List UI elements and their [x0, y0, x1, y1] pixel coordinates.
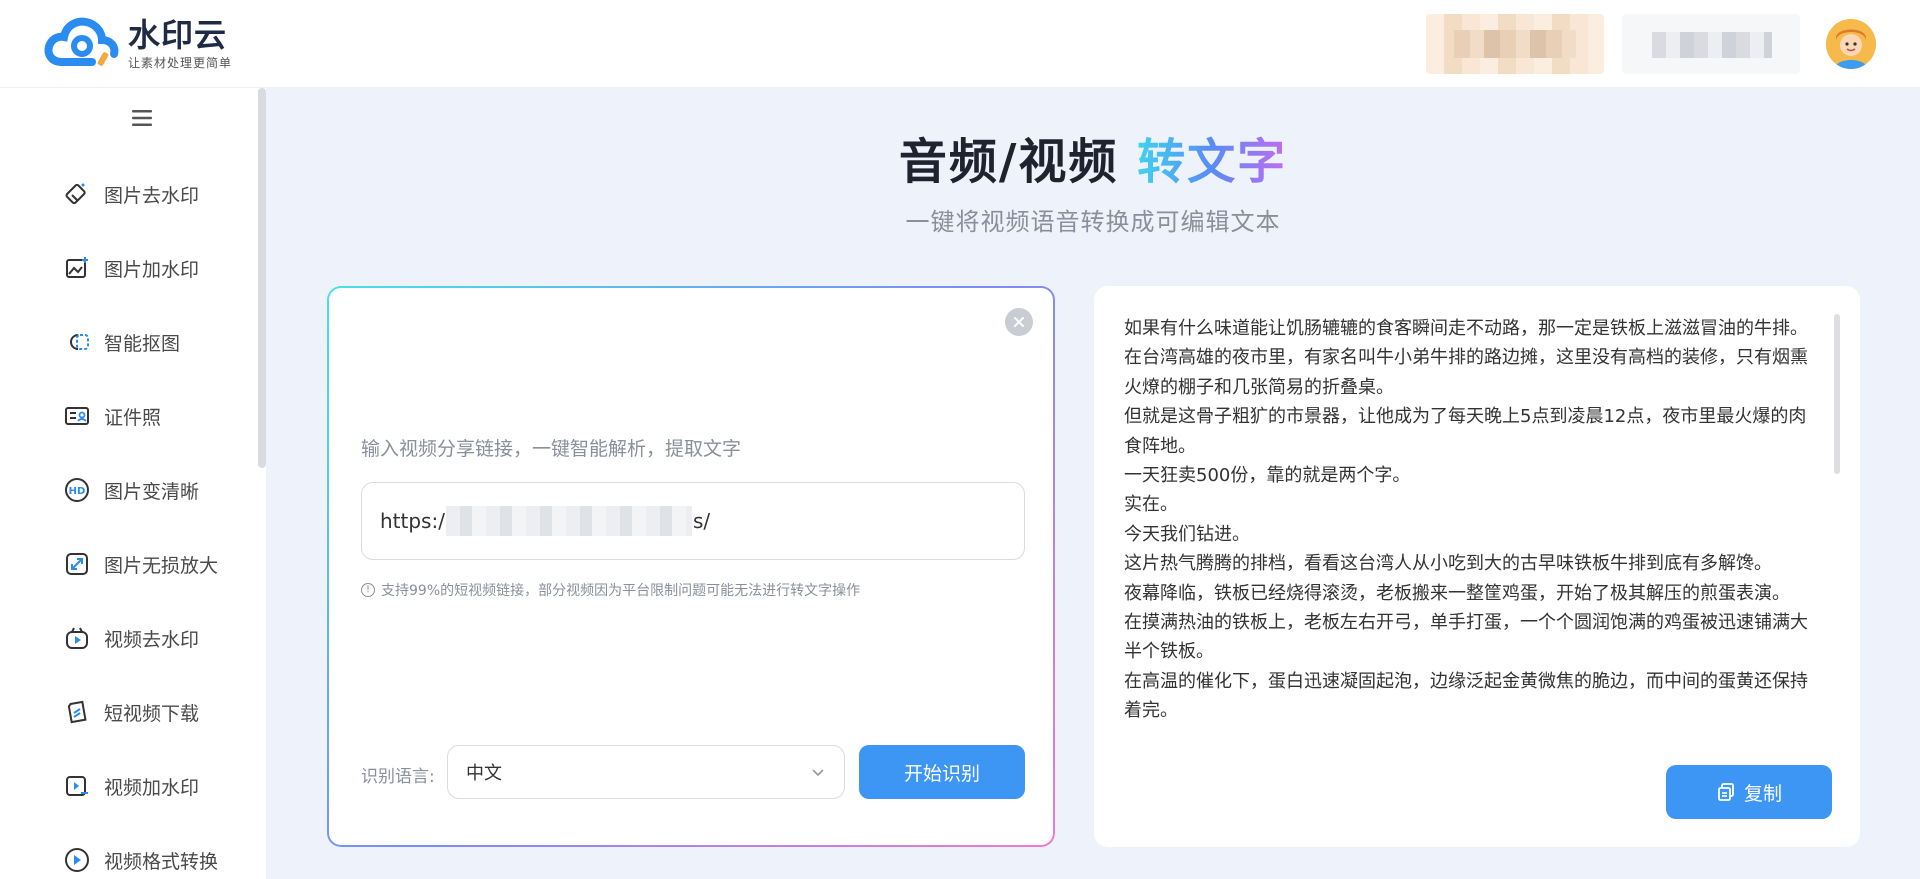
sidebar-item-label: 图片去水印 [104, 184, 200, 207]
sidebar-scrollbar[interactable] [258, 88, 266, 468]
transcript-line: 实在。 [1124, 494, 1178, 516]
menu-collapse-icon[interactable] [130, 108, 154, 128]
sidebar: 图片去水印 图片加水印 智能抠图 证件照 HD 图片变清晰 图片无损放大 视频去… [0, 88, 266, 879]
language-value: 中文 [466, 763, 502, 784]
download-icon [67, 700, 87, 724]
blurred-header-button[interactable] [1426, 14, 1604, 74]
support-note: ! 支持99%的短视频链接，部分视频因为平台限制问题可能无法进行转文字操作 [361, 580, 860, 600]
transcript-line: 今天我们钻进。 [1124, 523, 1250, 545]
info-icon: ! [361, 583, 375, 597]
transcript-line: 但就是这骨子粗犷的市景器，让他成为了每天晚上5点到凌晨12点，夜市里最火爆的肉食… [1124, 406, 1807, 457]
sidebar-item-label: 短视频下载 [104, 702, 200, 725]
sidebar-item-label: 图片无损放大 [104, 554, 219, 577]
top-header: 水印云 让素材处理更简单 [0, 0, 1920, 88]
logo-slogan: 让素材处理更简单 [128, 55, 233, 70]
sidebar-item-short-video-download[interactable]: 短视频下载 [64, 692, 199, 732]
id-card-icon [65, 407, 89, 425]
svg-text:HD: HD [69, 486, 86, 497]
copy-label: 复制 [1743, 782, 1782, 805]
url-redacted [445, 506, 692, 536]
sidebar-item-label: 图片变清晰 [104, 480, 200, 503]
sidebar-item-label: 视频加水印 [104, 776, 200, 799]
link-input-card: 输入视频分享链接，一键智能解析，提取文字 https:/ s/ ! 支持99%的短… [327, 286, 1055, 847]
transcript-line: 夜幕降临，铁板已经烧得滚烫，老板搬来一整筐鸡蛋，开始了极其解压的煎蛋表演。 [1124, 582, 1790, 604]
chevron-down-icon [812, 769, 824, 777]
video-add-icon [66, 776, 88, 796]
cutout-icon [70, 334, 89, 350]
support-note-text: 支持99%的短视频链接，部分视频因为平台限制问题可能无法进行转文字操作 [381, 583, 861, 599]
image-add-icon [66, 257, 88, 278]
sidebar-item-label: 图片加水印 [104, 258, 200, 281]
logo-name: 水印云 [128, 15, 228, 54]
logo[interactable]: 水印云 让素材处理更简单 [44, 14, 232, 72]
sidebar-item-image-watermark-add[interactable]: 图片加水印 [64, 248, 199, 288]
sidebar-item-video-watermark-remove[interactable]: 视频去水印 [64, 618, 199, 658]
transcript-line: 在台湾高雄的夜市里，有家名叫牛小弟牛排的路边摊，这里没有高档的装修，只有烟熏火燎… [1124, 347, 1808, 398]
copy-icon [1718, 783, 1734, 801]
transcript-line: 如果有什么味道能让饥肠辘辘的食客瞬间走不动路，那一定是铁板上滋滋冒油的牛排。 [1124, 318, 1808, 339]
video-url-input[interactable]: https:/ s/ [361, 482, 1025, 560]
transcript-line: 一天狂卖500份，靠的就是两个字。 [1124, 465, 1411, 487]
copy-button[interactable]: 复制 [1666, 765, 1832, 819]
page-title-highlight: 转文字 [1137, 134, 1288, 190]
blurred-header-link[interactable] [1622, 14, 1800, 74]
transcript-card: 如果有什么味道能让饥肠辘辘的食客瞬间走不动路，那一定是铁板上滋滋冒油的牛排。 在… [1094, 286, 1860, 847]
sidebar-item-image-upscale[interactable]: 图片无损放大 [64, 544, 218, 584]
enlarge-icon [66, 553, 88, 575]
sidebar-item-label: 视频去水印 [104, 628, 200, 651]
sidebar-item-label: 证件照 [104, 406, 162, 429]
transcript-line: 在摸满热油的铁板上，老板左右开弓，单手打蛋，一个个圆润饱满的鸡蛋被迅速铺满大半个… [1124, 612, 1808, 663]
hd-icon: HD [65, 478, 89, 502]
sidebar-item-image-enhance[interactable]: HD 图片变清晰 [64, 470, 199, 510]
user-avatar-icon [1826, 19, 1876, 69]
language-label: 识别语言: [361, 767, 435, 787]
convert-icon [65, 848, 89, 872]
transcript-line: 这片热气腾腾的排档，看看这台湾人从小吃到大的古早味铁板牛排到底有多解馋。 [1124, 553, 1772, 575]
cloud-logo-icon [44, 17, 119, 66]
sidebar-item-label: 智能抠图 [104, 332, 181, 355]
language-select[interactable]: 中文 [447, 745, 845, 799]
sidebar-item-label: 视频格式转换 [104, 850, 219, 873]
transcript-line: 在高温的催化下，蛋白迅速凝固起泡，边缘泛起金黄微焦的脆边，而中间的蛋黄还保持着完… [1124, 670, 1808, 722]
input-hint: 输入视频分享链接，一键智能解析，提取文字 [361, 438, 742, 460]
page-subtitle: 一键将视频语音转换成可编辑文本 [905, 208, 1281, 236]
sidebar-item-image-watermark-remove[interactable]: 图片去水印 [64, 174, 199, 214]
sidebar-item-smart-cutout[interactable]: 智能抠图 [64, 322, 180, 362]
eraser-icon [65, 183, 86, 205]
video-eraser-icon [66, 627, 88, 649]
url-prefix: https:/ [380, 509, 445, 533]
url-suffix: s/ [692, 509, 711, 533]
transcript-scrollbar[interactable] [1834, 314, 1840, 474]
sidebar-item-video-watermark-add[interactable]: 视频加水印 [64, 766, 199, 806]
avatar[interactable] [1826, 19, 1876, 69]
close-button[interactable] [1005, 308, 1033, 336]
close-icon [1014, 317, 1024, 327]
start-recognition-button[interactable]: 开始识别 [859, 745, 1025, 799]
sidebar-item-video-format-convert[interactable]: 视频格式转换 [64, 840, 218, 879]
sidebar-item-id-photo[interactable]: 证件照 [64, 396, 161, 436]
page-title: 音频/视频 转文字 [266, 122, 1920, 192]
page-title-plain: 音频/视频 [898, 134, 1138, 190]
transcript-text[interactable]: 如果有什么味道能让饥肠辘辘的食客瞬间走不动路，那一定是铁板上滋滋冒油的牛排。 在… [1124, 314, 1824, 726]
